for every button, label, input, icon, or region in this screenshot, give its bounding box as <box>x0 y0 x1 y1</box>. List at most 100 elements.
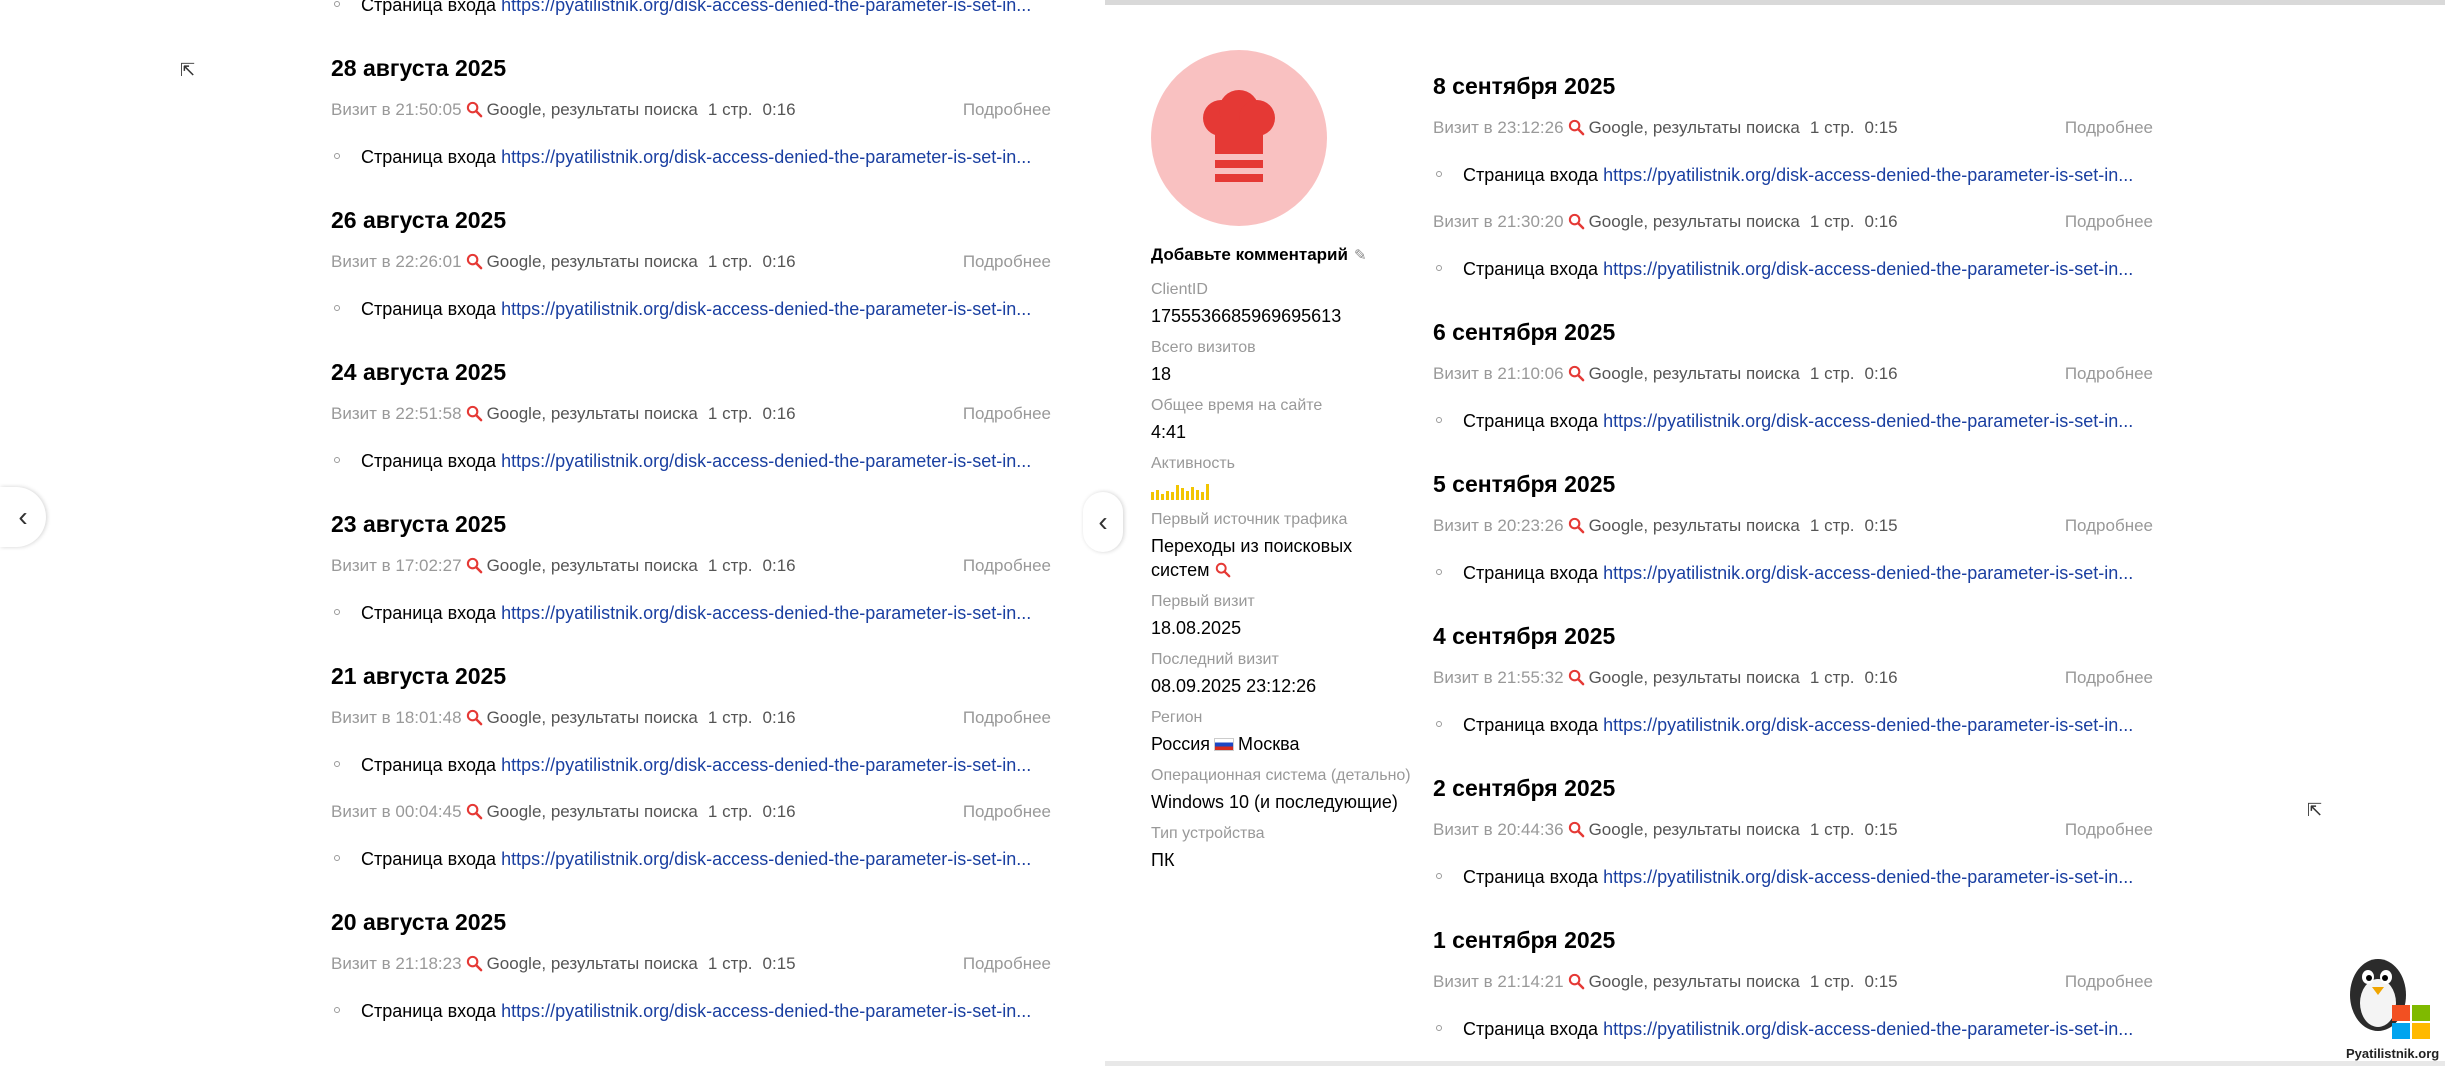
search-icon <box>466 557 482 574</box>
details-link[interactable]: Подробнее <box>963 546 1051 586</box>
page-row: Страница входа https://pyatilistnik.org/… <box>1433 1002 2153 1056</box>
visit-duration: 0:15 <box>1864 972 1898 991</box>
page-url-link[interactable]: https://pyatilistnik.org/disk-access-den… <box>501 299 1031 319</box>
page-url-link[interactable]: https://pyatilistnik.org/disk-access-den… <box>501 451 1031 471</box>
page-label: Страница входа <box>1463 165 1599 185</box>
visit-day: 20 августа 2025 Визит в 21:18:23 Google, р… <box>331 900 1051 1038</box>
details-link[interactable]: Подробнее <box>963 698 1051 738</box>
bullet-icon <box>1436 265 1442 271</box>
page-url-link[interactable]: https://pyatilistnik.org/disk-access-den… <box>1603 715 2133 735</box>
day-date-heading: 20 августа 2025 <box>331 909 507 935</box>
page-url-link[interactable]: https://pyatilistnik.org/disk-access-den… <box>501 147 1031 167</box>
details-link[interactable]: Подробнее <box>2065 506 2153 546</box>
activity-bar <box>1156 490 1159 500</box>
day-date-heading: 5 сентября 2025 <box>1433 471 1616 497</box>
comment-label: Добавьте комментарий <box>1151 245 1348 264</box>
details-link[interactable]: Подробнее <box>963 944 1051 984</box>
page-url-link[interactable]: https://pyatilistnik.org/disk-access-den… <box>501 1001 1031 1021</box>
search-icon <box>1568 821 1584 838</box>
collapse-panel-button[interactable]: ‹ <box>1083 492 1123 552</box>
mouse-cursor-icon: ⇱ <box>2307 800 2323 820</box>
details-link[interactable]: Подробнее <box>2065 658 2153 698</box>
visit-day: 26 августа 2025 Визит в 22:26:01 Google, р… <box>331 198 1051 336</box>
visit-day: 21 августа 2025 Визит в 18:01:48 Google, р… <box>331 654 1051 886</box>
page-url-link[interactable]: https://pyatilistnik.org/disk-access-den… <box>501 0 1031 15</box>
field-label: Тип устройства <box>1151 825 1265 842</box>
details-link[interactable]: Подробнее <box>963 394 1051 434</box>
field-value-text: 4:41 <box>1151 422 1187 442</box>
bullet-icon <box>334 761 340 767</box>
visit-duration: 0:16 <box>1864 212 1898 231</box>
bullet-icon <box>1436 721 1442 727</box>
details-link[interactable]: Подробнее <box>963 792 1051 832</box>
day-date-heading: 28 августа 2025 <box>331 55 507 81</box>
pencil-icon[interactable]: ✎ <box>1354 241 1367 271</box>
details-link[interactable]: Подробнее <box>2065 810 2153 850</box>
details-link[interactable]: Подробнее <box>963 90 1051 130</box>
visits-panel-left: Страница входа https://pyatilistnik.org/… <box>0 0 1100 1066</box>
search-icon <box>1568 119 1584 136</box>
field-value: 4:41 <box>1151 420 1411 444</box>
visit-time: Визит в 17:02:27 <box>331 556 462 575</box>
page-row: Страница входа https://pyatilistnik.org/… <box>331 832 1051 886</box>
page-url-link[interactable]: https://pyatilistnik.org/disk-access-den… <box>501 755 1031 775</box>
traffic-source: Google, результаты поиска <box>1588 364 1800 383</box>
details-link[interactable]: Подробнее <box>2065 354 2153 394</box>
bullet-icon <box>334 153 340 159</box>
day-date-heading: 6 сентября 2025 <box>1433 319 1616 345</box>
field-value-text: Windows 10 (и последующие) <box>1151 792 1398 812</box>
page-url-link[interactable]: https://pyatilistnik.org/disk-access-den… <box>501 849 1031 869</box>
activity-bar <box>1161 494 1164 500</box>
visit-time: Визит в 20:23:26 <box>1433 516 1564 535</box>
day-date-heading: 26 августа 2025 <box>331 207 507 233</box>
traffic-source: Google, результаты поиска <box>486 708 698 727</box>
profile-fields: ClientID 1755536685969695613 Всего визитов… <box>1151 280 1411 872</box>
page-url-link[interactable]: https://pyatilistnik.org/disk-access-den… <box>1603 1019 2133 1039</box>
page-url-link[interactable]: https://pyatilistnik.org/disk-access-den… <box>1603 563 2133 583</box>
add-comment-button[interactable]: Добавьте комментарий ✎ <box>1151 240 1411 270</box>
details-link[interactable]: Подробнее <box>2065 962 2153 1002</box>
page-row: Страница входа https://pyatilistnik.org/… <box>1433 148 2153 202</box>
visit-summary-row: Визит в 23:12:26 Google, результаты поиск… <box>1433 108 2153 148</box>
page-url-link[interactable]: https://pyatilistnik.org/disk-access-den… <box>1603 259 2133 279</box>
visit-duration: 0:15 <box>762 954 796 973</box>
page-label: Страница входа <box>361 1001 497 1021</box>
watermark-text: Pyatilistnik.org <box>2346 1046 2440 1061</box>
page-url-link[interactable]: https://pyatilistnik.org/disk-access-den… <box>1603 165 2133 185</box>
field-value-text: 1755536685969695613 <box>1151 306 1342 326</box>
page-count: 1 стр. <box>1809 516 1855 535</box>
details-link[interactable]: Подробнее <box>2065 202 2153 242</box>
page-url-link[interactable]: https://pyatilistnik.org/disk-access-den… <box>1603 411 2133 431</box>
search-icon <box>1568 213 1584 230</box>
bullet-icon <box>1436 873 1442 879</box>
field-label: Операционная система (детально) <box>1151 767 1411 784</box>
details-link[interactable]: Подробнее <box>2065 108 2153 148</box>
visit-duration: 0:16 <box>762 708 796 727</box>
bullet-icon <box>334 1 340 7</box>
details-link[interactable]: Подробнее <box>963 242 1051 282</box>
day-date-heading: 2 сентября 2025 <box>1433 775 1616 801</box>
page-label: Страница входа <box>1463 867 1599 887</box>
field-value-text: 18.08.2025 <box>1151 618 1242 638</box>
day-date-heading: 1 сентября 2025 <box>1433 927 1616 953</box>
search-icon <box>466 955 482 972</box>
bullet-icon <box>334 855 340 861</box>
page-row: Страница входа https://pyatilistnik.org/… <box>1433 546 2153 600</box>
field-label: Всего визитов <box>1151 339 1256 356</box>
page-row: Страница входа https://pyatilistnik.org/… <box>1433 850 2153 904</box>
field-value: 18.08.2025 <box>1151 616 1411 640</box>
page-row: Страница входа https://pyatilistnik.org/… <box>331 282 1051 336</box>
page-row: Страница входа https://pyatilistnik.org/… <box>331 434 1051 488</box>
bottom-scroll-edge <box>1105 1061 2445 1066</box>
page-url-link[interactable]: https://pyatilistnik.org/disk-access-den… <box>1603 867 2133 887</box>
page-row: Страница входа https://pyatilistnik.org/… <box>1433 698 2153 752</box>
penguin-logo-icon <box>2350 959 2430 1039</box>
field-label: Первый визит <box>1151 593 1255 610</box>
bullet-icon <box>334 305 340 311</box>
page-url-link[interactable]: https://pyatilistnik.org/disk-access-den… <box>501 603 1031 623</box>
page-count: 1 стр. <box>1809 212 1855 231</box>
bullet-icon <box>1436 171 1442 177</box>
activity-bar <box>1171 492 1174 500</box>
field-label: Активность <box>1151 455 1236 472</box>
visitor-avatar <box>1151 50 1327 226</box>
